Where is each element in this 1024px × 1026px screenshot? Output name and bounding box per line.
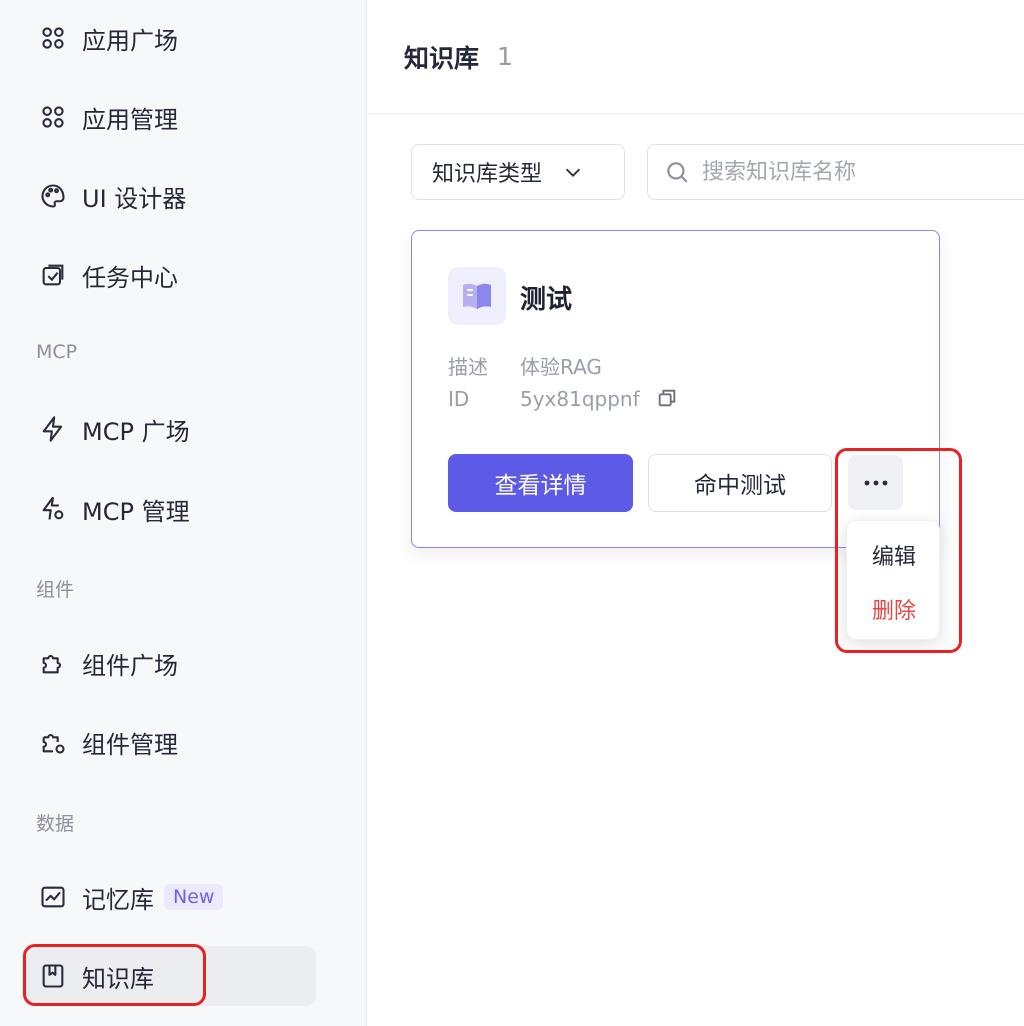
sidebar-item-knowledge-base[interactable]: 知识库 [22,946,316,1006]
page-header: 知识库 1 [368,0,1024,114]
more-dots-icon [864,480,887,485]
actions-dropdown-menu: 编辑 删除 [846,520,940,640]
app-root: 应用广场 应用管理 UI 设计器 任务中心 MCP MCP 广场 MCP 管理 … [0,0,1024,1026]
sidebar-item-mcp-manage[interactable]: MCP 管理 [22,479,316,539]
lightning-icon [38,414,68,444]
grid-icon [38,102,68,132]
sidebar-item-component-plaza[interactable]: 组件广场 [22,633,316,693]
section-label-data: 数据 [36,813,75,835]
sidebar-item-label: 知识库 [82,964,154,993]
lightning-gear-icon [38,494,68,524]
task-check-icon [38,260,68,290]
id-value: 5yx81qppnf [520,387,640,411]
sidebar-item-label: MCP 广场 [82,417,190,446]
search-icon [667,162,688,183]
sidebar-item-mcp-plaza[interactable]: MCP 广场 [22,399,316,459]
description-label: 描述 [448,355,488,379]
book-icon [448,267,506,325]
sidebar-item-component-manage[interactable]: 组件管理 [22,712,316,772]
page-title: 知识库 [404,43,480,73]
delete-menu-item[interactable]: 删除 [847,593,941,625]
sidebar-item-label: 记忆库 [82,885,154,914]
book-icon [38,961,68,991]
more-actions-button[interactable] [848,455,903,510]
chevron-down-icon [565,168,581,177]
edit-menu-item[interactable]: 编辑 [847,539,941,571]
sidebar-item-label: 组件广场 [82,651,178,680]
type-filter-label: 知识库类型 [432,162,543,187]
sidebar: 应用广场 应用管理 UI 设计器 任务中心 MCP MCP 广场 MCP 管理 … [0,0,367,1026]
main-content: 知识库 1 知识库类型 测试 描述 体验RAG ID [368,0,1024,1026]
chart-icon [38,882,68,912]
sidebar-item-memory[interactable]: 记忆库 New [22,867,316,927]
description-value: 体验RAG [520,355,602,379]
sidebar-item-label: UI 设计器 [82,184,187,213]
puzzle-gear-icon [38,727,68,757]
sidebar-item-app-manage[interactable]: 应用管理 [22,87,316,147]
copy-icon[interactable] [656,387,678,409]
item-count: 1 [497,42,513,71]
card-title: 测试 [520,285,573,315]
palette-icon [38,181,68,211]
id-label: ID [448,387,470,411]
view-details-button[interactable]: 查看详情 [448,454,633,512]
sidebar-item-app-plaza[interactable]: 应用广场 [22,8,316,68]
search-field[interactable] [647,144,1024,200]
hit-test-button[interactable]: 命中测试 [648,454,832,512]
section-label-mcp: MCP [36,341,78,363]
sidebar-item-label: 应用管理 [82,105,178,134]
sidebar-item-label: MCP 管理 [82,497,190,526]
sidebar-item-task-center[interactable]: 任务中心 [22,245,316,305]
sidebar-item-label: 组件管理 [82,730,178,759]
puzzle-icon [38,648,68,678]
sidebar-item-label: 应用广场 [82,26,178,55]
new-badge: New [164,884,224,910]
sidebar-item-label: 任务中心 [82,263,178,292]
search-input[interactable] [702,159,1024,185]
type-filter-select[interactable]: 知识库类型 [411,144,625,200]
section-label-components: 组件 [36,579,75,601]
grid-icon [38,23,68,53]
sidebar-item-ui-designer[interactable]: UI 设计器 [22,166,316,226]
